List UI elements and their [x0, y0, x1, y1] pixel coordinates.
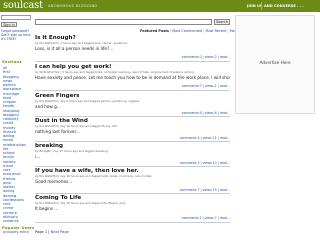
next-page-link[interactable]: Next Page [51, 230, 69, 234]
post-stats[interactable]: comments 6 | views 6 | read... [182, 111, 230, 115]
post-stats[interactable]: comments 2 | views 7 | read... [182, 216, 230, 220]
sections-list: all first blogging news politics workplace mar… [3, 66, 31, 223]
filter-divider: | [227, 29, 229, 33]
post-divider [35, 116, 230, 117]
filter-most-recent[interactable]: Most Recent [206, 29, 227, 33]
post-item: Is it Enough? by the WaterHill | 2 hours… [35, 35, 230, 64]
post-title[interactable]: Is it Enough? [35, 35, 230, 42]
current-page: Page 1 [35, 230, 48, 234]
post-stats[interactable]: comments 3 | views 10 | read... [180, 161, 230, 165]
top-bar: soulcast ANONYMOUS BLOGGING JOIN US AND … [0, 0, 320, 12]
ad-box[interactable]: Advertise Here [235, 15, 315, 114]
post-divider [35, 61, 230, 62]
post-stats[interactable]: comments 7 | views 15 | read... [180, 188, 230, 192]
filter-most-commented[interactable]: Most Commented [172, 29, 202, 33]
signin-box: Sign in Forgot password? Don't sign up h… [1, 15, 33, 41]
and-converse-text: AND CONVERSE . . . [264, 3, 304, 8]
filter-featured[interactable]: Featured Posts [140, 29, 169, 33]
post-divider [35, 193, 230, 194]
search-button[interactable]: Search [214, 19, 230, 25]
header-divider [261, 2, 262, 10]
post-title[interactable]: breaking [35, 143, 230, 150]
popular-user-link[interactable]: uniquely-mind [3, 230, 31, 234]
post-divider [35, 222, 230, 223]
post-excerpt: Have anxiety and peace. Let me teach you… [35, 74, 230, 80]
post-stats[interactable]: comments 0 | views 2 | read... [182, 55, 230, 59]
post-item: Green Fingers by the WaterHill | day 4 h… [35, 93, 230, 117]
site-logo[interactable]: soulcast [3, 0, 43, 12]
post-title[interactable]: If you have a wife, then love her. [35, 168, 230, 175]
advertise-label: Advertise Here [259, 60, 291, 65]
search-input[interactable] [35, 19, 212, 25]
post-excerpt: Good memories... [35, 178, 73, 184]
sidebar-section-link[interactable]: romance [3, 219, 31, 223]
post-title[interactable]: Green Fingers [35, 93, 230, 100]
signin-button[interactable]: Sign in [1, 22, 17, 27]
post-excerpt: and how g... [35, 103, 61, 109]
popular-users-list: uniquely-mind [3, 230, 31, 234]
pagination: Page 1 | Next Page [35, 230, 69, 234]
post-excerpt: It begins ... [35, 205, 59, 211]
post-divider [35, 141, 230, 142]
post-stats[interactable]: comments 5 | views 11 | read... [180, 136, 230, 140]
post-divider [35, 166, 230, 167]
site-tagline: ANONYMOUS BLOGGING [48, 4, 98, 8]
post-item: I can help you get work! by WritersForHi… [35, 64, 230, 93]
post-title[interactable]: Coming To Life [35, 195, 230, 202]
post-item: breaking by Bridgett | day 15 hours ago … [35, 143, 230, 168]
post-excerpt: i... [35, 153, 41, 159]
post-excerpt: nothing last forever... [35, 128, 80, 134]
post-divider [35, 90, 230, 91]
filter-divider: | [203, 29, 205, 33]
post-item: Dust in the Wind by the WaterHill | day … [35, 118, 230, 143]
post-stats[interactable]: comments 0 | views 1 | read... [182, 84, 230, 88]
post-title[interactable]: I can help you get work! [35, 64, 230, 71]
post-item: If you have a wife, then love her. by th… [35, 168, 230, 194]
sections-heading: Sections [2, 59, 22, 64]
signin-input[interactable] [1, 15, 31, 20]
forgot-password-link[interactable]: Forgot password? Don't sign up here. It'… [1, 29, 33, 41]
post-title[interactable]: Dust in the Wind [35, 118, 230, 125]
filter-divider: | [169, 29, 172, 33]
post-item: Coming To Life by the WaterHill | day 18… [35, 195, 230, 225]
post-excerpt: Loss, is it all a person needs in life?.… [35, 45, 114, 51]
